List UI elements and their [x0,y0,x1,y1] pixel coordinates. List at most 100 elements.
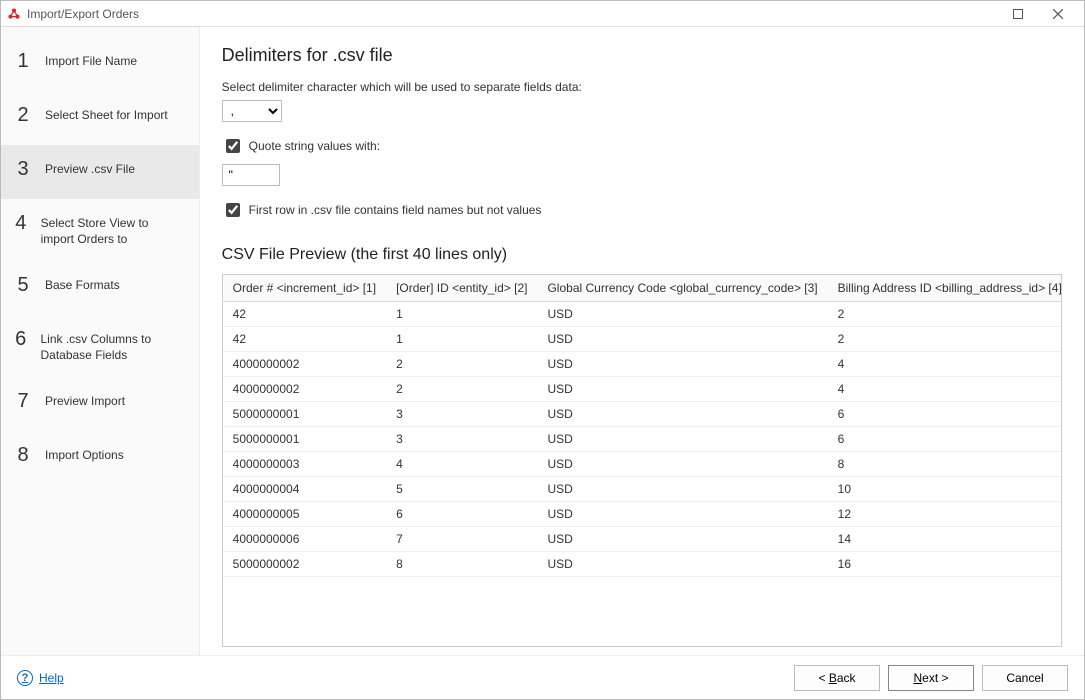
table-cell: USD [537,302,827,327]
table-cell: 1 [386,302,537,327]
table-cell: 2 [386,377,537,402]
step-label: Preview Import [45,391,125,410]
table-row[interactable]: 40000000045USD100 [223,477,1062,502]
table-row[interactable]: 421USD20 [223,327,1062,352]
close-button[interactable] [1038,1,1078,27]
preview-heading: CSV File Preview (the first 40 lines onl… [222,246,1062,264]
table-row[interactable]: 40000000022USD40 [223,377,1062,402]
step-label: Base Formats [45,275,120,294]
table-row[interactable]: 40000000034USD80 [223,452,1062,477]
maximize-button[interactable] [998,1,1038,27]
step-number: 5 [15,275,31,295]
table-cell: 8 [828,452,1062,477]
table-cell: 4 [828,352,1062,377]
delimiter-select[interactable]: , [222,100,282,122]
table-row[interactable]: 50000000013USD60 [223,427,1062,452]
step-label: Import File Name [45,51,137,70]
table-cell: 2 [386,352,537,377]
table-cell: 4000000004 [223,477,386,502]
content-heading: Delimiters for .csv file [222,45,1062,66]
delimiter-hint: Select delimiter character which will be… [222,80,1062,94]
table-cell: 2 [828,302,1062,327]
table-cell: 5 [386,477,537,502]
table-cell: 4000000006 [223,527,386,552]
table-cell: 10 [828,477,1062,502]
table-cell: USD [537,477,827,502]
table-cell: 2 [828,327,1062,352]
help-icon: ? [17,670,33,686]
table-cell: 14 [828,527,1062,552]
wizard-step-2[interactable]: 2 Select Sheet for Import [1,91,199,145]
csv-preview-table-wrap[interactable]: Order # <increment_id> [1][Order] ID <en… [222,274,1062,647]
wizard-step-1[interactable]: 1 Import File Name [1,37,199,91]
table-cell: 8 [386,552,537,577]
table-cell: USD [537,352,827,377]
table-cell: 16 [828,552,1062,577]
table-row[interactable]: 50000000028USD160 [223,552,1062,577]
quote-checkbox-label: Quote string values with: [249,139,380,153]
wizard-step-4[interactable]: 4Select Store View to import Orders to [1,199,199,261]
table-cell: 4 [828,377,1062,402]
titlebar: Import/Export Orders [1,1,1084,27]
wizard-step-5[interactable]: 5 Base Formats [1,261,199,315]
firstrow-checkbox-row[interactable]: First row in .csv file contains field na… [222,200,1062,220]
step-number: 6 [15,329,26,349]
table-cell: 12 [828,502,1062,527]
step-number: 1 [15,51,31,71]
table-row[interactable]: 40000000067USD140 [223,527,1062,552]
table-cell: 5000000002 [223,552,386,577]
step-number: 8 [15,445,31,465]
table-cell: 3 [386,427,537,452]
table-cell: USD [537,377,827,402]
wizard-step-8[interactable]: 8 Import Options [1,431,199,485]
step-label: Select Sheet for Import [45,105,168,124]
table-cell: USD [537,452,827,477]
step-label: Link .csv Columns to Database Fields [40,329,184,363]
table-cell: 6 [828,402,1062,427]
back-button[interactable]: < Back [794,665,880,691]
cancel-button[interactable]: Cancel [982,665,1068,691]
table-cell: 4000000005 [223,502,386,527]
quote-input[interactable] [222,164,280,186]
column-header[interactable]: Order # <increment_id> [1] [223,275,386,302]
wizard-step-7[interactable]: 7 Preview Import [1,377,199,431]
column-header[interactable]: Billing Address ID <billing_address_id> … [828,275,1062,302]
window-title: Import/Export Orders [27,7,998,21]
next-button[interactable]: Next > [888,665,974,691]
help-label: Help [39,671,64,685]
table-cell: 5000000001 [223,402,386,427]
step-number: 2 [15,105,31,125]
firstrow-checkbox[interactable] [226,203,240,217]
table-cell: 6 [386,502,537,527]
firstrow-checkbox-label: First row in .csv file contains field na… [249,203,542,217]
table-cell: USD [537,427,827,452]
table-cell: 3 [386,402,537,427]
wizard-step-6[interactable]: 6 Link .csv Columns to Database Fields [1,315,199,377]
table-row[interactable]: 50000000013USD60 [223,402,1062,427]
step-number: 7 [15,391,31,411]
quote-checkbox[interactable] [226,139,240,153]
app-icon [7,7,21,21]
table-cell: USD [537,552,827,577]
table-cell: 4000000002 [223,352,386,377]
table-row[interactable]: 40000000056USD120 [223,502,1062,527]
quote-checkbox-row[interactable]: Quote string values with: [222,136,1062,156]
table-row[interactable]: 40000000022USD40 [223,352,1062,377]
wizard-step-3[interactable]: 3Preview .csv File [1,145,199,199]
table-cell: 4000000003 [223,452,386,477]
table-row[interactable]: 421USD20 [223,302,1062,327]
footer: ? Help < Back Next > Cancel [1,655,1084,699]
help-link[interactable]: ? Help [17,670,64,686]
table-cell: 42 [223,327,386,352]
table-cell: 4000000002 [223,377,386,402]
column-header[interactable]: Global Currency Code <global_currency_co… [537,275,827,302]
step-label: Import Options [45,445,124,464]
table-cell: USD [537,527,827,552]
table-cell: 6 [828,427,1062,452]
table-cell: 7 [386,527,537,552]
table-cell: 42 [223,302,386,327]
table-cell: USD [537,327,827,352]
step-label: Select Store View to import Orders to [41,213,185,247]
column-header[interactable]: [Order] ID <entity_id> [2] [386,275,537,302]
content-area: Delimiters for .csv file Select delimite… [200,27,1084,655]
